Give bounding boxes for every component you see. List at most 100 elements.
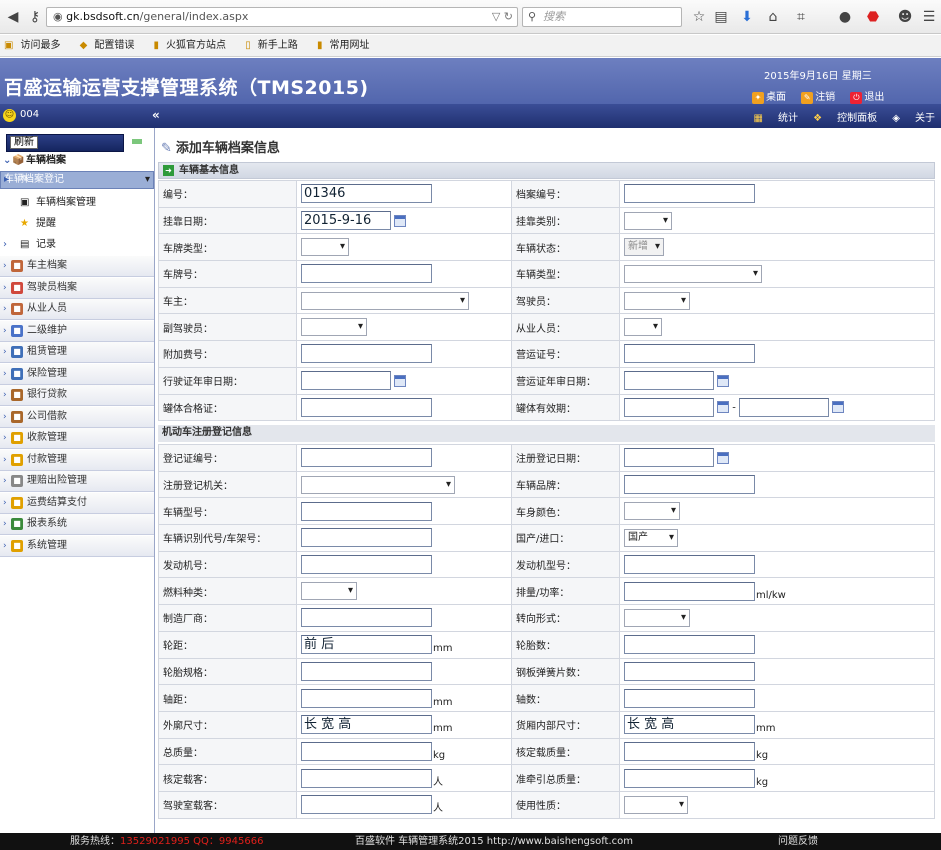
text-input[interactable] (624, 741, 755, 761)
sidebar-menu-item[interactable]: › ■ 租赁管理 (0, 342, 154, 363)
text-input[interactable] (301, 768, 432, 788)
text-input[interactable] (301, 688, 432, 708)
menu-icon[interactable]: ☰ (918, 6, 940, 28)
date-input-end[interactable] (738, 397, 829, 417)
sidebar-menu-item[interactable]: › ■ 保险管理 (0, 363, 154, 385)
text-input[interactable] (624, 475, 755, 495)
minus-icon[interactable] (132, 139, 142, 144)
sidebar-menu-item[interactable]: › ■ 二级维护 (0, 320, 154, 342)
text-input[interactable] (301, 661, 432, 681)
clipboard-icon[interactable]: ▤ (710, 6, 732, 28)
sidebar-menu-item[interactable]: › ■ 银行贷款 (0, 385, 154, 406)
logout-link[interactable]: ✎ 注销 (801, 92, 841, 104)
sidebar-menu-item[interactable]: › ■ 理赔出险管理 (0, 471, 154, 492)
back-icon[interactable]: ◀ (2, 6, 24, 28)
text-input[interactable] (624, 184, 755, 204)
sidebar-menu-item[interactable]: › ■ 车主档案 (0, 256, 154, 277)
smiley-icon[interactable]: ☻ (894, 6, 916, 28)
text-input[interactable] (624, 344, 755, 364)
text-input[interactable] (624, 661, 755, 681)
select-dropdown[interactable] (301, 475, 455, 494)
select-dropdown[interactable] (624, 502, 680, 521)
sidebar-menu-item[interactable]: › ■ 驾驶员档案 (0, 277, 154, 299)
crop-icon[interactable]: ⌗ (790, 6, 812, 28)
feedback-link[interactable]: 问题反馈 (778, 833, 818, 850)
date-input-start[interactable] (624, 397, 714, 417)
text-input[interactable]: 长 宽 高 (301, 715, 432, 735)
home-icon[interactable]: ⌂ (762, 6, 784, 28)
date-input[interactable] (624, 448, 714, 468)
star-icon[interactable]: ☆ (688, 6, 710, 28)
text-input[interactable] (624, 555, 755, 575)
select-dropdown[interactable] (301, 238, 349, 257)
sidebar-menu-item[interactable]: › ■ 付款管理 (0, 449, 154, 471)
text-input[interactable] (301, 795, 432, 815)
select-dropdown[interactable] (624, 211, 672, 230)
text-input[interactable] (301, 448, 432, 468)
bookmark-item[interactable]: ▮ 火狐官方站点 (154, 35, 233, 57)
download-icon[interactable]: ⬇ (736, 6, 758, 28)
key-icon[interactable]: ⚷ (24, 6, 46, 28)
about-link[interactable]: ◈ 关于 (892, 113, 935, 124)
sidebar-menu-item[interactable]: › ■ 系统管理 (0, 535, 154, 557)
refresh-tab[interactable]: 刷新 (6, 134, 124, 152)
date-input[interactable]: 2015-9-16 (301, 211, 391, 231)
select-dropdown[interactable] (301, 318, 367, 337)
control-panel-link[interactable]: ❖ 控制面板 (813, 113, 877, 124)
address-bar[interactable]: ◉ gk.bsdsoft.cn/general/index.aspx ▽ ↻ (46, 7, 518, 27)
collapse-sidebar-button[interactable]: « (152, 108, 160, 122)
text-input[interactable]: 长 宽 高 (624, 715, 755, 735)
stats-link[interactable]: ▦ 统计 (754, 113, 798, 124)
sidebar-item-vehicle-manage[interactable]: ▣ 车辆档案管理 (0, 192, 154, 213)
calendar-icon[interactable] (717, 374, 729, 387)
calendar-icon[interactable] (717, 451, 729, 464)
text-input[interactable] (301, 741, 432, 761)
text-input[interactable] (301, 501, 432, 521)
bookmark-item[interactable]: ▮ 常用网址 (317, 35, 376, 57)
text-input[interactable] (624, 635, 755, 655)
date-input[interactable] (301, 371, 391, 391)
text-input[interactable]: 01346 (301, 184, 432, 204)
select-dropdown[interactable] (624, 291, 690, 310)
desktop-link[interactable]: ✦ 桌面 (752, 92, 792, 104)
text-input[interactable]: 前 后 (301, 635, 432, 655)
adblock-icon[interactable]: ⬣ (862, 6, 884, 28)
calendar-icon[interactable] (394, 374, 406, 387)
text-input[interactable] (301, 528, 432, 548)
sidebar-item-records[interactable]: › ▤ 记录 (0, 234, 154, 255)
sidebar-root-vehicle-archive[interactable]: ⌄ 📦 车辆档案 (0, 152, 154, 170)
search-box[interactable]: ⚲ 搜索 (522, 7, 682, 27)
sidebar-menu-item[interactable]: › ■ 运费结算支付 (0, 492, 154, 514)
select-dropdown[interactable]: 国产 (624, 528, 678, 547)
bookmark-item[interactable]: ▯ 新手上路 (245, 35, 304, 57)
sidebar-menu-item[interactable]: › ■ 从业人员 (0, 299, 154, 320)
text-input[interactable] (624, 581, 755, 601)
select-dropdown[interactable] (301, 291, 469, 310)
sidebar-menu-item[interactable]: › ■ 公司借款 (0, 406, 154, 428)
select-dropdown[interactable] (301, 582, 357, 601)
sidebar-menu-item[interactable]: › ■ 收款管理 (0, 428, 154, 449)
text-input[interactable] (301, 397, 432, 417)
bookmark-item[interactable]: ◆ 配置错误 (80, 35, 141, 57)
text-input[interactable] (301, 344, 432, 364)
text-input[interactable] (301, 608, 432, 628)
sidebar-menu-item[interactable]: › ■ 报表系统 (0, 514, 154, 535)
text-input[interactable] (301, 264, 432, 284)
text-input[interactable] (624, 688, 755, 708)
calendar-icon[interactable] (831, 401, 844, 414)
select-dropdown[interactable] (624, 608, 690, 627)
exit-link[interactable]: ⏻ 退出 (850, 92, 890, 104)
date-input[interactable] (624, 371, 714, 391)
calendar-icon[interactable] (394, 214, 406, 227)
reload-icon[interactable]: ▽ ↻ (492, 8, 513, 26)
calendar-icon[interactable] (717, 401, 729, 414)
select-dropdown[interactable] (624, 318, 662, 337)
chat-icon[interactable]: ● (834, 6, 856, 28)
bookmark-item[interactable]: ▣ 访问最多 (4, 35, 66, 57)
text-input[interactable] (301, 555, 432, 575)
sidebar-item-reminder[interactable]: ★ 提醒 (0, 213, 154, 234)
select-dropdown[interactable] (624, 795, 688, 814)
text-input[interactable] (624, 768, 755, 788)
sidebar-item-vehicle-register[interactable]: ▸ ✎ 车辆档案登记 (0, 171, 154, 189)
select-dropdown[interactable] (624, 264, 762, 283)
